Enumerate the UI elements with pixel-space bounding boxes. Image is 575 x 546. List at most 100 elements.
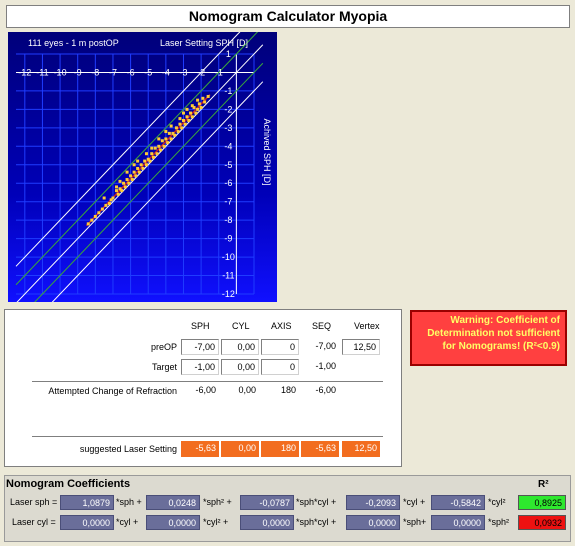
cyl-coef-4[interactable]: 0,0000 (346, 515, 400, 530)
x-tick-label: -8 (91, 67, 99, 77)
coefficients-title: Nomogram Coefficients (6, 478, 131, 490)
x-axis-title: Laser Setting SPH [D] (160, 38, 248, 48)
data-point (169, 137, 173, 141)
cyl-term-1: *cyl + (116, 517, 139, 527)
target-cyl-input[interactable]: 0,00 (221, 359, 259, 375)
data-point (86, 222, 90, 226)
cyl-term-5: *sph² (488, 517, 510, 527)
data-point (136, 166, 140, 170)
row-label-suggested: suggested Laser Setting (79, 444, 177, 454)
sph-term-1: *sph + (116, 497, 142, 507)
suggested-sph-value: -5,63 (181, 441, 219, 457)
preop-cyl-input[interactable]: 0,00 (221, 339, 259, 355)
row-label-target: Target (151, 362, 177, 372)
data-point (90, 218, 94, 222)
data-point (174, 126, 178, 130)
sph-coef-3[interactable]: -0,0787 (240, 495, 294, 510)
y-tick-label: -9 (224, 234, 232, 244)
r2-header: R² (538, 479, 549, 490)
data-point (150, 152, 154, 156)
sph-coef-5[interactable]: -0,5842 (431, 495, 485, 510)
y-tick-label: -5 (224, 160, 232, 170)
suggested-seq-value: -5,63 (301, 441, 339, 457)
y-tick-label: -8 (224, 215, 232, 225)
y-tick-label: -11 (222, 271, 234, 281)
target-sph-input[interactable]: -1,00 (181, 359, 219, 375)
data-point (190, 104, 194, 108)
sph-coef-1[interactable]: 1,0879 (60, 495, 114, 510)
data-point (97, 211, 101, 215)
laser-cyl-label: Laser cyl = (12, 517, 56, 527)
sph-term-5: *cyl² (488, 497, 506, 507)
target-axis-input[interactable]: 0 (261, 359, 299, 375)
data-point (185, 115, 189, 119)
data-point (107, 202, 111, 206)
data-point (164, 130, 168, 134)
row-label-preop: preOP (150, 342, 177, 352)
row-label-attempted: Attempted Change of Refraction (48, 386, 177, 396)
data-point (183, 122, 187, 126)
data-point (114, 189, 118, 193)
y-tick-label: -3 (224, 123, 232, 133)
sph-coef-2[interactable]: 0,0248 (146, 495, 200, 510)
attempted-seq-value: -6,00 (301, 383, 339, 399)
preop-vertex-input[interactable]: 12,50 (342, 339, 380, 355)
data-point (196, 107, 200, 111)
data-point (155, 152, 159, 156)
suggested-vertex-value: 12,50 (342, 441, 380, 457)
app-title: Nomogram Calculator Myopia (6, 5, 570, 28)
data-point (178, 117, 182, 121)
data-point (162, 144, 166, 148)
data-point (185, 107, 189, 111)
data-point (203, 100, 207, 104)
x-tick-label: -10 (54, 67, 67, 77)
data-point (167, 131, 171, 135)
data-point (132, 170, 136, 174)
data-point (157, 137, 161, 141)
x-tick-label: -5 (144, 67, 152, 77)
r2-cyl-value: 0,0932 (518, 515, 566, 530)
cyl-coef-5[interactable]: 0,0000 (431, 515, 485, 530)
x-tick-label: -12 (18, 67, 31, 77)
data-point (136, 159, 140, 163)
col-header-seq: SEQ (312, 321, 332, 331)
data-point (118, 179, 122, 183)
x-tick-label: -3 (179, 67, 187, 77)
data-point (144, 163, 148, 167)
data-point (132, 163, 136, 167)
chart-info-label: 111 eyes - 1 m postOP (28, 38, 119, 48)
attempted-sph-value: -6,00 (181, 383, 219, 399)
data-point (176, 130, 180, 134)
data-point (129, 174, 133, 178)
data-point (127, 181, 131, 185)
attempted-axis-value: 180 (261, 383, 299, 399)
data-point (125, 170, 129, 174)
cyl-coef-3[interactable]: 0,0000 (240, 515, 294, 530)
data-point (118, 187, 122, 191)
data-point (137, 170, 141, 174)
data-point (134, 174, 138, 178)
x-tick-label: -7 (109, 67, 117, 77)
y-tick-label: -1 (224, 86, 232, 96)
data-point (178, 122, 182, 126)
col-header-axis: AXIS (271, 321, 292, 331)
data-point (164, 137, 168, 141)
data-point (159, 148, 163, 152)
data-point (100, 207, 104, 211)
nomogram-chart: -12 -11 -10 -9 -8 -7 -6 -5 -4 -3 -2 -1 1 -1 -2 -3 -4 -5 -6… (8, 32, 277, 302)
y-tick-label: -4 (224, 141, 232, 151)
data-point (102, 196, 106, 200)
cyl-coef-2[interactable]: 0,0000 (146, 515, 200, 530)
col-header-cyl: CYL (232, 321, 250, 331)
preop-sph-input[interactable]: -7,00 (181, 339, 219, 355)
data-point (171, 131, 175, 135)
y-tick-label: -12 (222, 289, 235, 299)
data-point (181, 118, 185, 122)
preop-axis-input[interactable]: 0 (261, 339, 299, 355)
y-tick-label: -10 (222, 252, 235, 262)
sph-coef-4[interactable]: -0,2093 (346, 495, 400, 510)
data-point (169, 124, 173, 128)
data-point (116, 192, 120, 196)
cyl-coef-1[interactable]: 0,0000 (60, 515, 114, 530)
cyl-term-2: *cyl² + (203, 517, 229, 527)
